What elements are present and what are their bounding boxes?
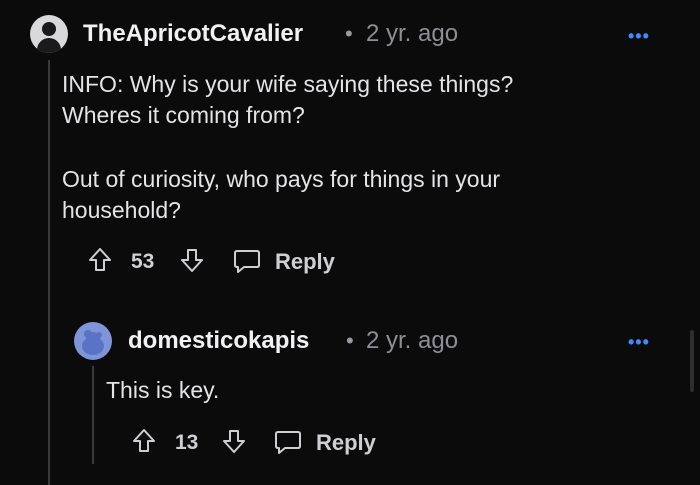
reply-icon[interactable] xyxy=(233,248,261,279)
downvote-icon[interactable] xyxy=(180,247,204,278)
upvote-count: 13 xyxy=(175,431,199,454)
thread-line[interactable] xyxy=(48,60,50,485)
comment-username[interactable]: TheApricotCavalier xyxy=(83,20,303,48)
reply-icon[interactable] xyxy=(274,429,302,460)
comment-thread: TheApricotCavalier • 2 yr. ago ••• INFO:… xyxy=(0,0,700,485)
separator-dot: • xyxy=(345,21,353,46)
upvote-icon[interactable] xyxy=(132,428,156,459)
user-avatar[interactable] xyxy=(30,15,68,53)
reply-button[interactable]: Reply xyxy=(316,430,376,456)
more-options-icon[interactable]: ••• xyxy=(628,26,650,47)
more-options-icon[interactable]: ••• xyxy=(628,332,650,353)
comment-timestamp: 2 yr. ago xyxy=(366,20,459,47)
upvote-icon[interactable] xyxy=(88,247,112,278)
reply-button[interactable]: Reply xyxy=(275,249,335,275)
reply-user-avatar[interactable] xyxy=(74,322,112,360)
comment-actions: 53 Reply xyxy=(88,247,368,277)
reply-username[interactable]: domesticokapis xyxy=(128,327,309,355)
reply-timestamp: 2 yr. ago xyxy=(366,327,459,354)
downvote-icon[interactable] xyxy=(222,428,246,459)
upvote-count: 53 xyxy=(131,250,155,273)
scrollbar[interactable] xyxy=(690,330,694,392)
comment-paragraph: INFO: Why is your wife saying these thin… xyxy=(62,71,514,128)
comment-paragraph: Out of curiosity, who pays for things in… xyxy=(62,166,501,223)
reply-actions: 13 Reply xyxy=(132,428,402,458)
reply-thread-line[interactable] xyxy=(92,366,94,464)
separator-dot: • xyxy=(346,328,354,353)
reply-body: This is key. xyxy=(106,377,220,403)
